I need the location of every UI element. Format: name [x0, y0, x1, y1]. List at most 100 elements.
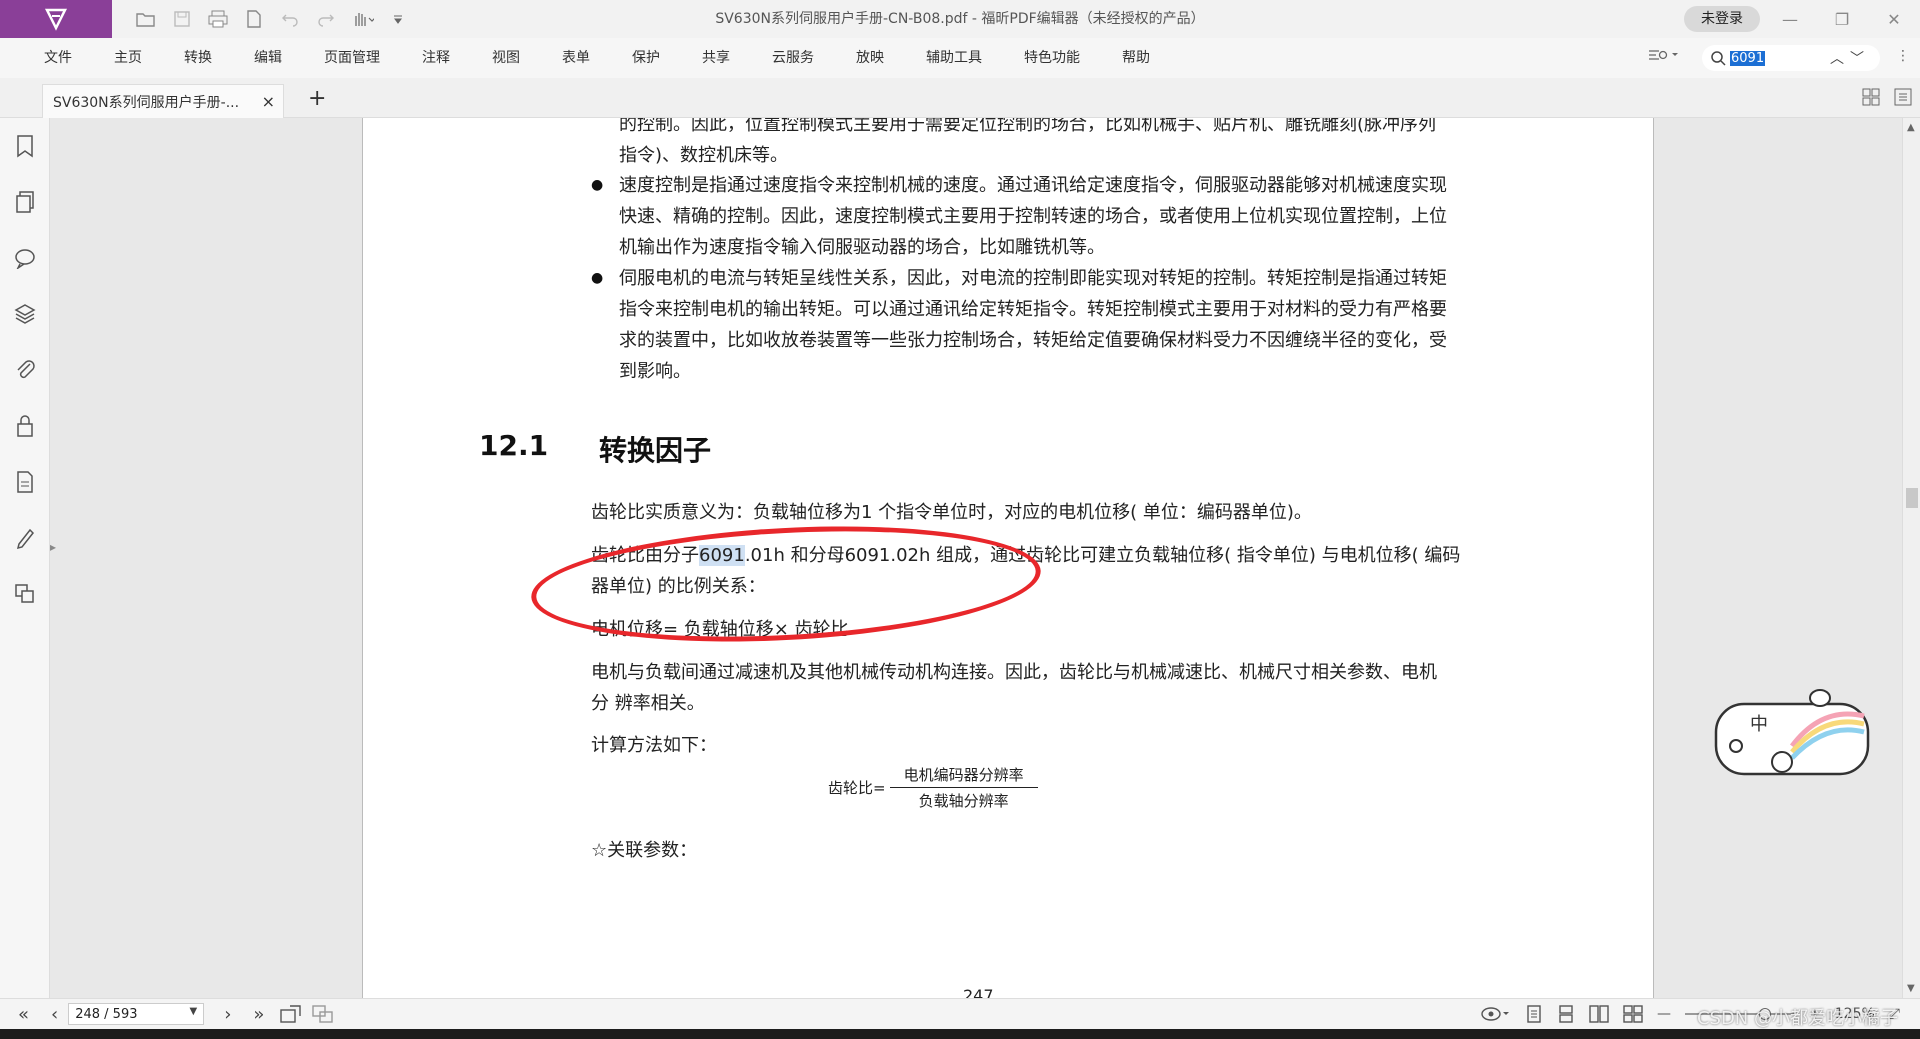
search-mode-icon[interactable] — [1648, 48, 1678, 66]
text-line: 求的装置中，比如收放卷装置等一些张力控制场合，转矩给定值要确保材料受力不因缠绕半… — [619, 330, 1447, 351]
sidebar-expand-icon[interactable]: ▸ — [50, 540, 56, 554]
prev-page-icon[interactable]: ‹ — [51, 1004, 58, 1025]
comments-icon[interactable] — [0, 230, 50, 286]
document-viewport[interactable]: 的控制。因此，位置控制模式主要用于需要定位控制的场合，比如机械手、贴片机、雕铣雕… — [64, 118, 1886, 998]
pdf-page: 的控制。因此，位置控制模式主要用于需要定位控制的场合，比如机械手、贴片机、雕铣雕… — [362, 118, 1654, 998]
title-bar: SV630N系列伺服用户手册-CN-B08.pdf - 福昕PDF编辑器（未经授… — [0, 0, 1920, 38]
menu-accessibility[interactable]: 辅助工具 — [905, 38, 1003, 78]
read-mode-icon[interactable] — [1481, 1006, 1511, 1022]
text-line: 伺服电机的电流与转矩呈线性关系，因此，对电流的控制即能实现对转矩的控制。转矩控制… — [619, 268, 1447, 289]
new-document-icon[interactable] — [240, 5, 268, 33]
extract-page-icon[interactable] — [280, 1005, 302, 1023]
menu-share[interactable]: 共享 — [681, 38, 751, 78]
close-window-icon[interactable]: ✕ — [1868, 0, 1920, 38]
scroll-down-icon[interactable]: ▼ — [1907, 983, 1915, 994]
scroll-thumb[interactable] — [1906, 488, 1918, 508]
continuous-page-icon[interactable] — [1557, 1005, 1575, 1023]
red-circle-annotation — [528, 514, 1044, 654]
status-bar: « ‹ 248 / 593 ▼ › » — + 125% ⤢ — [0, 998, 1920, 1029]
menu-cloud[interactable]: 云服务 — [751, 38, 835, 78]
customize-toolbar-icon[interactable] — [384, 5, 412, 33]
tab-label: SV630N系列伺服用户手册-... — [53, 94, 240, 111]
two-page-copy-icon[interactable] — [312, 1005, 334, 1023]
chevron-down-icon[interactable]: ▼ — [190, 1006, 198, 1017]
menu-edit[interactable]: 编辑 — [233, 38, 303, 78]
text-line: 机输出作为速度指令输入伺服驱动器的场合，比如雕铣机等。 — [619, 237, 1105, 258]
minimize-icon[interactable]: — — [1764, 0, 1816, 38]
next-page-icon[interactable]: › — [224, 1004, 231, 1025]
save-icon[interactable] — [168, 5, 196, 33]
search-icon — [1711, 51, 1726, 66]
search-box[interactable]: 6091 ︿﹀ — [1702, 45, 1880, 71]
text-line: 快速、精确的控制。因此，速度控制模式主要用于控制转速的场合，或者使用上位机实现位… — [619, 206, 1447, 227]
menu-help[interactable]: 帮助 — [1101, 38, 1171, 78]
menu-file[interactable]: 文件 — [0, 38, 93, 78]
grid-view-icon[interactable] — [1862, 88, 1880, 106]
floating-assistant-sticker[interactable]: 中 — [1712, 686, 1872, 778]
restore-icon[interactable]: ❐ — [1816, 0, 1868, 38]
menu-protect[interactable]: 保护 — [611, 38, 681, 78]
bookmark-icon[interactable] — [0, 118, 50, 174]
undo-icon[interactable] — [276, 5, 304, 33]
redo-icon[interactable] — [312, 5, 340, 33]
csdn-watermark: CSDN @小都爱吃小橘子 — [1696, 1008, 1898, 1029]
security-lock-icon[interactable] — [0, 398, 50, 454]
pages-icon[interactable] — [0, 174, 50, 230]
more-options-icon[interactable]: ⋮ — [1896, 48, 1910, 64]
new-tab-button[interactable]: + — [308, 86, 326, 111]
section-title: 转换因子 — [599, 434, 712, 467]
facing-page-icon[interactable] — [1589, 1005, 1609, 1023]
tab-document[interactable]: SV630N系列伺服用户手册-... × — [42, 84, 284, 118]
open-folder-icon[interactable] — [132, 5, 160, 33]
menu-page-management[interactable]: 页面管理 — [303, 38, 401, 78]
menu-home[interactable]: 主页 — [93, 38, 163, 78]
text-line: 指令)、数控机床等。 — [619, 145, 789, 166]
text-line: 到影响。 — [619, 361, 691, 382]
panel-toggle-icon[interactable] — [1894, 88, 1912, 106]
login-button[interactable]: 未登录 — [1684, 6, 1760, 32]
paragraph: 分 辨率相关。 — [591, 693, 705, 714]
page-number: 247 — [963, 986, 994, 998]
formula-denominator: 负载轴分辨率 — [918, 792, 1009, 810]
signature-icon[interactable] — [0, 510, 50, 566]
search-prev-next[interactable]: ︿﹀ — [1830, 48, 1870, 68]
page-number-value: 248 / 593 — [75, 1006, 138, 1022]
last-page-icon[interactable]: » — [253, 1004, 264, 1025]
menu-comment[interactable]: 注释 — [401, 38, 471, 78]
bullet-icon: ● — [591, 270, 604, 286]
taskbar-strip — [0, 1029, 1920, 1039]
search-input[interactable]: 6091 — [1730, 50, 1766, 66]
bullet-icon: ● — [591, 177, 604, 193]
menu-bar: 文件 主页 转换 编辑 页面管理 注释 视图 表单 保护 共享 云服务 放映 辅… — [0, 38, 1920, 78]
close-tab-icon[interactable]: × — [262, 92, 275, 111]
scroll-up-icon[interactable]: ▲ — [1907, 122, 1915, 133]
tab-bar: SV630N系列伺服用户手册-... × — [0, 78, 1920, 118]
first-page-icon[interactable]: « — [18, 1004, 29, 1025]
vertical-scrollbar[interactable]: ▲ ▼ — [1902, 118, 1920, 998]
window-controls: — ❐ ✕ — [1764, 0, 1920, 38]
document-info-icon[interactable] — [0, 454, 50, 510]
text-line: 的控制。因此，位置控制模式主要用于需要定位控制的场合，比如机械手、贴片机、雕铣雕… — [619, 118, 1437, 135]
page-number-input[interactable]: 248 / 593 ▼ — [68, 1003, 205, 1025]
menu-convert[interactable]: 转换 — [163, 38, 233, 78]
hand-tool-icon[interactable] — [348, 5, 376, 33]
menu-slideshow[interactable]: 放映 — [835, 38, 905, 78]
menu-view[interactable]: 视图 — [471, 38, 541, 78]
layers-icon[interactable] — [0, 286, 50, 342]
single-page-icon[interactable] — [1525, 1005, 1543, 1023]
continuous-facing-icon[interactable] — [1623, 1005, 1643, 1023]
paragraph: 电机与负载间通过减速机及其他机械传动机构连接。因此，齿轮比与机械减速比、机械尺寸… — [591, 662, 1437, 683]
quick-access-toolbar — [132, 5, 412, 33]
left-sidebar — [0, 118, 50, 998]
formula: 齿轮比= 电机编码器分辨率 负载轴分辨率 — [828, 764, 1038, 811]
paragraph: 齿轮比实质意义为：负载轴位移为1 个指令单位时，对应的电机位移( 单位：编码器单… — [591, 502, 1312, 523]
compare-icon[interactable] — [0, 566, 50, 622]
menu-form[interactable]: 表单 — [541, 38, 611, 78]
attachment-icon[interactable] — [0, 342, 50, 398]
app-logo[interactable] — [0, 0, 112, 38]
text-line: 速度控制是指通过速度指令来控制机械的速度。通过通讯给定速度指令，伺服驱动器能够对… — [619, 175, 1447, 196]
zoom-out-icon[interactable]: — — [1657, 1006, 1671, 1022]
menu-features[interactable]: 特色功能 — [1003, 38, 1101, 78]
formula-numerator: 电机编码器分辨率 — [889, 764, 1038, 788]
print-icon[interactable] — [204, 5, 232, 33]
